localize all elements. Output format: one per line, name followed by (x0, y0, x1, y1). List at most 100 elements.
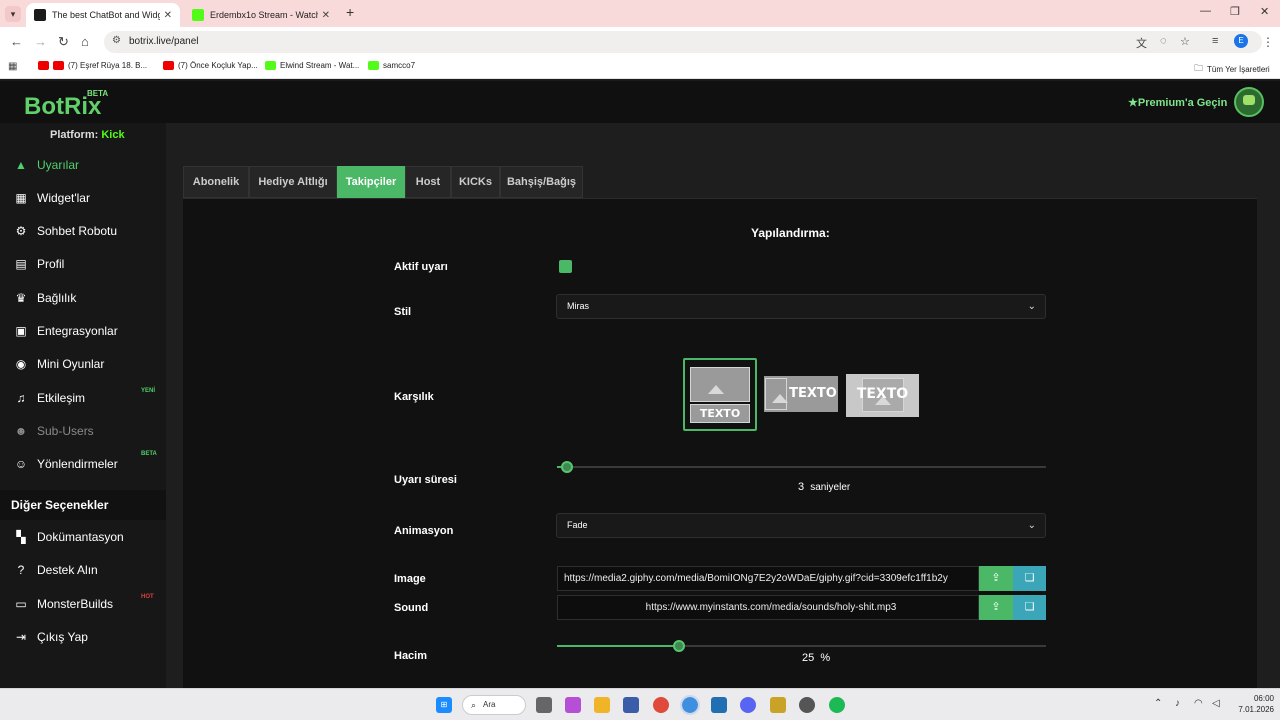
image-upload-button[interactable]: ⇪ (979, 566, 1013, 591)
sound-upload-button[interactable]: ⇪ (979, 595, 1013, 620)
tray-overflow-icon[interactable]: ⌃ (1154, 698, 1162, 709)
profile-avatar[interactable]: E (1234, 34, 1248, 48)
style-value: Miras (567, 301, 589, 311)
new-tab-icon[interactable]: + (346, 4, 354, 20)
microphone-icon[interactable]: ♪ (1175, 698, 1180, 709)
tab-host[interactable]: Host (405, 166, 451, 198)
chrome-profile-icon[interactable] (680, 695, 700, 715)
apps-grid-icon[interactable]: ▦ (8, 61, 17, 72)
translate-icon[interactable]: 文 (1136, 35, 1147, 51)
animation-value: Fade (567, 520, 588, 530)
tab-gift-sub[interactable]: Hediye Altlığı (249, 166, 337, 198)
image-gallery-button[interactable]: ❏ (1013, 566, 1046, 591)
chrome-icon[interactable] (653, 697, 669, 713)
sidebar-item-loyalty[interactable]: ♛ Bağlılık (0, 281, 166, 314)
bookmark-kick-2[interactable]: samcco7 (368, 61, 415, 70)
sidebar-item-integrations[interactable]: ▣ Entegrasyonlar (0, 314, 166, 347)
sidebar-item-widgets[interactable]: ▦ Widget'lar (0, 181, 166, 214)
window-close-icon[interactable]: ✕ (1260, 5, 1269, 18)
layout-text: TEXTO (856, 386, 909, 402)
style-select[interactable]: Miras ⌄ (556, 294, 1046, 319)
folder-icon: 🗀 (1194, 63, 1204, 73)
more-menu-icon[interactable]: ⋮ (1262, 35, 1274, 49)
tab-search-icon[interactable]: ▾ (5, 6, 21, 22)
kick-icon (368, 61, 379, 70)
app-header: BotRix BETA ★Premium'a Geçin (0, 81, 1280, 123)
bookmark-star-icon[interactable]: ☆ (1180, 35, 1190, 48)
sidebar-item-monsterbuilds[interactable]: ▭ MonsterBuilds HOT (0, 587, 166, 620)
duration-slider-thumb[interactable] (561, 461, 573, 473)
gallery-icon: ❏ (1024, 572, 1035, 584)
obs-icon[interactable] (799, 697, 815, 713)
file-explorer-icon[interactable] (594, 697, 610, 713)
discord-icon[interactable] (740, 697, 756, 713)
volume-value-display: 25 % (802, 652, 830, 664)
sound-url-input[interactable]: https://www.myinstants.com/media/sounds/… (557, 595, 979, 620)
url-text: botrix.live/panel (129, 36, 199, 47)
tab-followers[interactable]: Takipçiler (337, 166, 405, 198)
back-icon[interactable]: ← (10, 34, 23, 49)
youtube-icon (38, 61, 49, 70)
youtube-icon (53, 61, 64, 70)
sidebar-item-label: Yönlendirmeler (37, 456, 118, 471)
hot-badge: HOT (141, 594, 154, 600)
minimize-icon[interactable]: — (1200, 5, 1211, 17)
duration-slider-track[interactable] (557, 466, 1046, 468)
sidebar-item-redirects[interactable]: ☺ Yönlendirmeler BETA (0, 447, 166, 480)
sidebar-item-support[interactable]: ? Destek Alın (0, 553, 166, 586)
task-view-icon[interactable] (536, 697, 552, 713)
windows-start-icon[interactable]: ⊞ (436, 697, 452, 713)
tab-tips[interactable]: Bahşiş/Bağış (500, 166, 583, 198)
sidebar-item-docs[interactable]: ▚ Dokümantasyon (0, 520, 166, 553)
wifi-icon[interactable]: ◠ (1194, 698, 1203, 709)
volume-slider-thumb[interactable] (673, 640, 685, 652)
sidebar-item-logout[interactable]: ⇥ Çıkış Yap (0, 620, 166, 653)
premium-link[interactable]: ★Premium'a Geçin (1128, 96, 1227, 109)
close-tab-icon[interactable]: ✕ (164, 10, 172, 21)
tab-subscription[interactable]: Abonelik (183, 166, 249, 198)
maximize-icon[interactable]: ❐ (1230, 5, 1240, 18)
sidebar-item-profile[interactable]: ▤ Profil (0, 247, 166, 280)
id-card-icon: ▤ (15, 256, 27, 271)
browser-tab-kick[interactable]: Erdembx1o Stream - Watch Live ✕ (184, 3, 338, 27)
animation-select[interactable]: Fade ⌄ (556, 513, 1046, 538)
layout-label: Karşılık (394, 391, 434, 403)
taskbar-search[interactable]: ⌕ Ara (462, 695, 526, 715)
tab-kicks[interactable]: KICKs (451, 166, 500, 198)
close-tab-icon[interactable]: ✕ (322, 10, 330, 21)
eye-off-icon[interactable]: ◌ (1160, 35, 1167, 47)
sidebar-item-chatbot[interactable]: ⚙ Sohbet Robotu (0, 214, 166, 247)
user-avatar[interactable] (1234, 87, 1264, 117)
bookmark-youtube-2[interactable]: (7) Önce Koçluk Yap... (163, 61, 258, 70)
browser-tab-botrix[interactable]: The best ChatBot and Widgets ✕ (26, 3, 180, 27)
volume-icon[interactable]: ◁ (1212, 698, 1220, 709)
widgets-icon: ▦ (15, 190, 27, 205)
robot-icon: ⚙ (15, 223, 27, 238)
sidebar-item-label: Profil (37, 256, 65, 271)
home-icon[interactable]: ⌂ (81, 34, 89, 49)
bookmark-youtube-1[interactable]: (7) Eşref Rüya 18. B... (38, 61, 147, 70)
steam-icon[interactable] (711, 697, 727, 713)
bookmark-kick-1[interactable]: Elwind Stream - Wat... (265, 61, 359, 70)
layout-option-overlay[interactable]: TEXTO (846, 374, 919, 417)
copilot-icon[interactable] (565, 697, 581, 713)
active-alert-checkbox[interactable] (559, 260, 572, 273)
site-info-icon[interactable]: ⚙ (112, 35, 121, 46)
image-url-input[interactable]: https://media2.giphy.com/media/BomiIONg7… (557, 566, 979, 591)
sidebar-item-mini-games[interactable]: ◉ Mini Oyunlar (0, 347, 166, 380)
sidebar-item-alerts[interactable]: ▲ Uyarılar (0, 148, 166, 181)
layout-option-side[interactable]: TEXTO (764, 376, 838, 412)
store-icon[interactable] (623, 697, 639, 713)
all-bookmarks[interactable]: 🗀 Tüm Yer İşaretleri (1194, 61, 1270, 77)
url-field[interactable]: ⚙ botrix.live/panel 文 ◌ ☆ (104, 31, 1262, 53)
sound-gallery-button[interactable]: ❏ (1013, 595, 1046, 620)
forward-icon[interactable]: → (34, 34, 47, 49)
sidebar-item-label: Bağlılık (37, 290, 77, 305)
sidebar-item-sub-users[interactable]: ☻ Sub-Users (0, 414, 166, 447)
spotify-icon[interactable] (829, 697, 845, 713)
league-icon[interactable] (770, 697, 786, 713)
reading-list-icon[interactable]: ≡ (1212, 35, 1218, 47)
sidebar-item-interaction[interactable]: ♫ Etkileşim YENİ (0, 381, 166, 414)
taskbar-clock[interactable]: 06:00 7.01.2026 (1234, 693, 1274, 715)
reload-icon[interactable]: ↻ (58, 34, 69, 50)
